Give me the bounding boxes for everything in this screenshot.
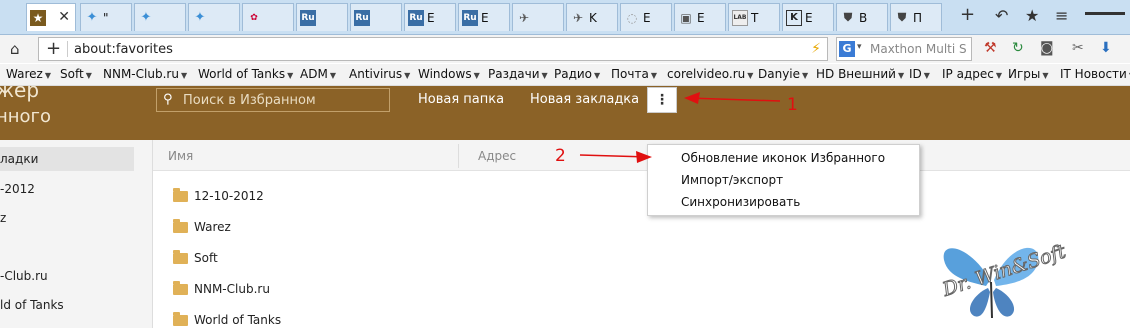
annotation-label-1: 1: [787, 95, 798, 115]
arrow-1: [687, 97, 781, 102]
annotation-label-2: 2: [555, 146, 566, 166]
watermark: Dr. Win&Soft: [930, 240, 1130, 328]
arrowhead-2: [636, 151, 652, 163]
arrowhead-1: [684, 92, 700, 104]
